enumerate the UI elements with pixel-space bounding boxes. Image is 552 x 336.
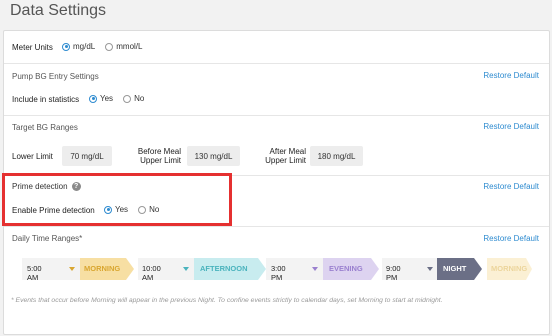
meter-units-mgdl-label: mg/dL [73,42,96,51]
before-meal-label-line1: Before Meal [137,147,181,156]
daily-ranges-restore-default-link[interactable]: Restore Default [483,234,539,243]
morning-time[interactable]: 5:00 AM [27,264,42,282]
after-meal-value[interactable]: 180 mg/dL [310,146,363,166]
divider [4,115,549,116]
after-meal-label-line1: After Meal [269,147,306,156]
target-bg-restore-default-link[interactable]: Restore Default [483,122,539,131]
meter-units-mgdl-option[interactable]: mg/dL [62,42,95,51]
morning-label: MORNING [84,264,121,273]
target-bg-heading: Target BG Ranges [12,123,78,132]
afternoon-time[interactable]: 10:00 AM [142,264,161,282]
lower-limit-label: Lower Limit [12,152,53,161]
meter-units-mmol-radio[interactable] [105,42,114,51]
include-in-statistics-label: Include in statistics [12,95,80,104]
night-label: NIGHT [443,264,467,273]
pump-bg-restore-default-link[interactable]: Restore Default [483,71,539,80]
meter-units-mgdl-radio[interactable] [62,42,70,51]
include-yes-radio[interactable] [89,94,97,103]
lower-limit-value[interactable]: 70 mg/dL [62,146,112,166]
before-meal-label: Before Meal Upper Limit [126,147,181,165]
divider [4,226,549,227]
include-no-option[interactable]: No [123,94,144,103]
evening-label: EVENING [329,264,363,273]
page-title: Data Settings [10,2,107,19]
include-in-statistics-radio-group: Yes No [89,94,154,103]
meter-units-mmol-label: mmol/L [116,42,143,51]
afternoon-label: AFTERNOON [200,264,248,273]
meter-units-mmol-option[interactable]: mmol/L [105,42,142,51]
include-yes-label: Yes [100,94,114,103]
night-time[interactable]: 9:00 PM [386,264,401,282]
pump-bg-heading: Pump BG Entry Settings [12,72,99,81]
after-meal-label-line2: Upper Limit [265,156,306,165]
before-meal-value[interactable]: 130 mg/dL [187,146,240,166]
evening-time[interactable]: 3:00 PM [271,264,286,282]
daily-ranges-footnote: * Events that occur before Morning will … [11,297,443,304]
prime-detection-highlight [2,173,232,226]
meter-units-label: Meter Units [12,43,53,52]
include-no-radio[interactable] [123,94,132,103]
divider [4,63,549,64]
trailing-morning-label: MORNING [491,264,528,273]
before-meal-label-line2: Upper Limit [140,156,181,165]
prime-detection-restore-default-link[interactable]: Restore Default [483,182,539,191]
after-meal-label: After Meal Upper Limit [251,147,306,165]
include-yes-option[interactable]: Yes [89,94,113,103]
meter-units-radio-group: mg/dL mmol/L [62,42,152,51]
daily-time-ranges-heading: Daily Time Ranges* [12,234,83,243]
include-no-label: No [134,94,145,103]
